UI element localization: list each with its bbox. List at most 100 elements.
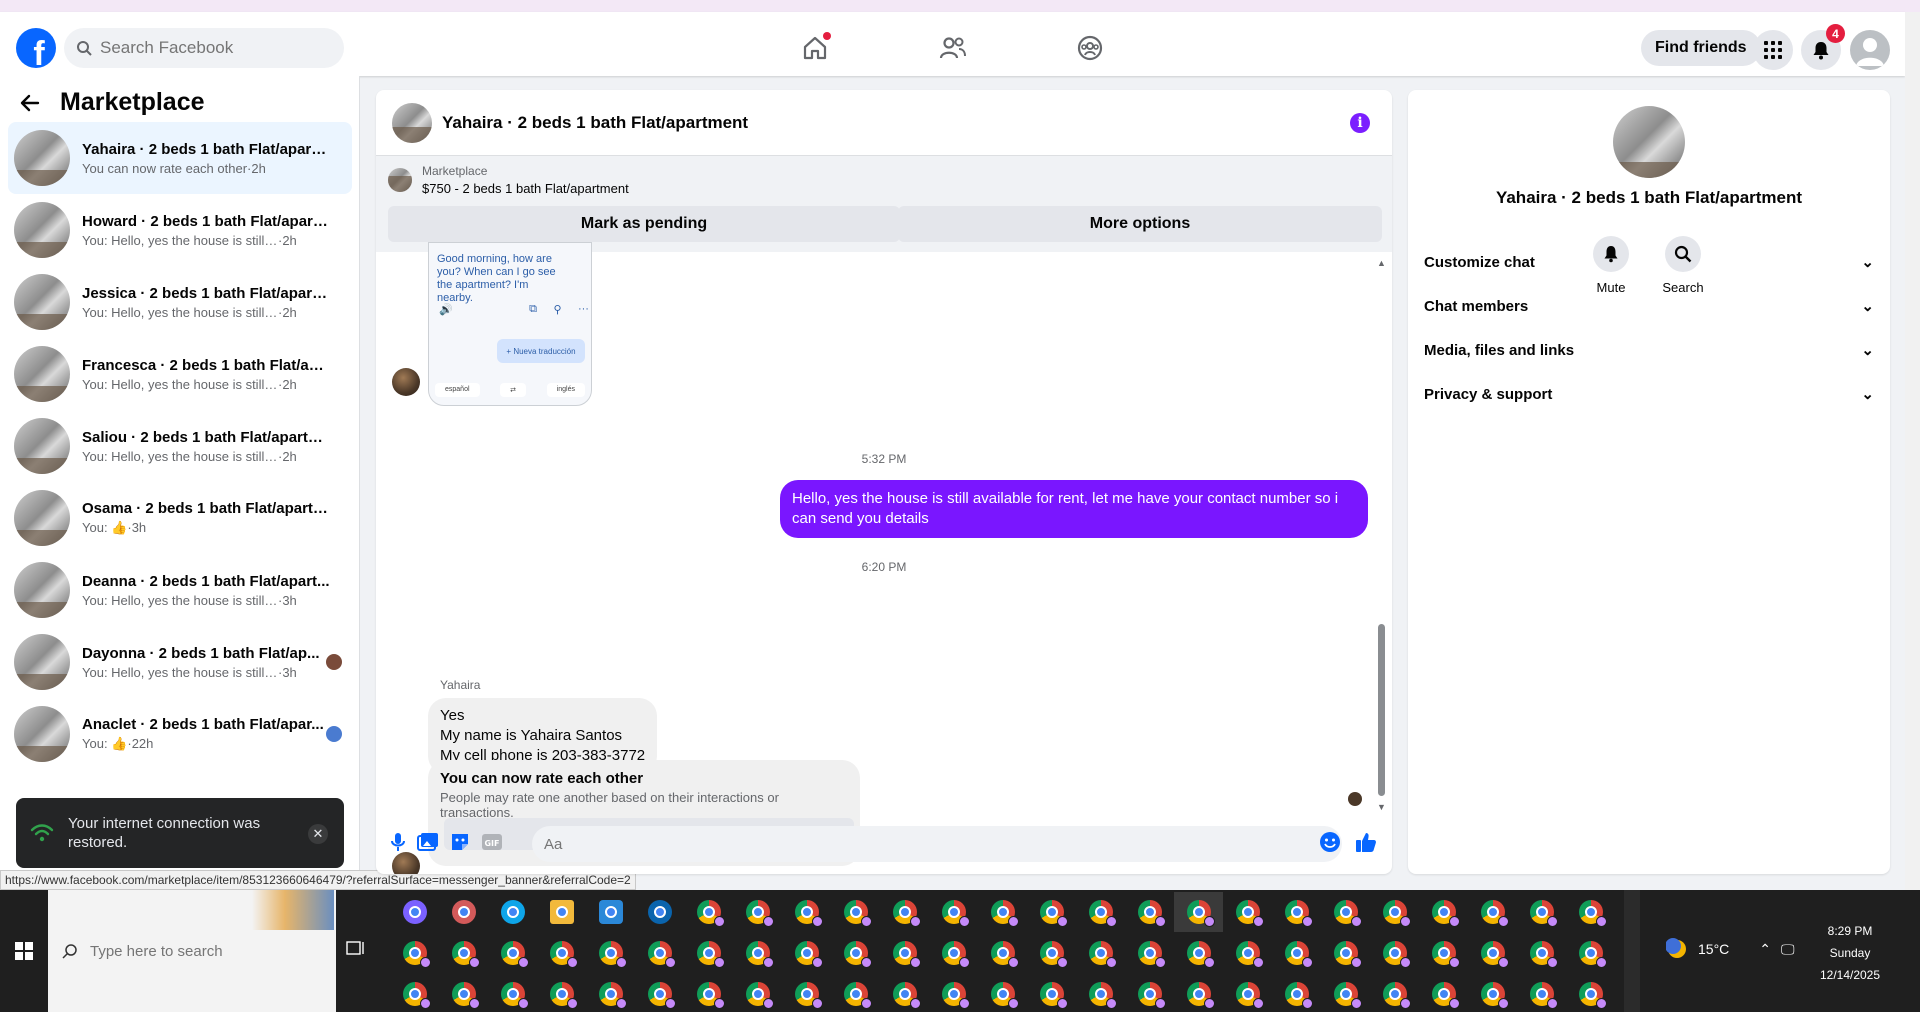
page-scrollbar[interactable] <box>1905 12 1920 890</box>
chrome-taskbar-icon[interactable] <box>1517 974 1566 1012</box>
sender-avatar[interactable] <box>392 368 420 396</box>
chrome-taskbar-icon[interactable] <box>488 974 537 1012</box>
chrome-taskbar-icon[interactable] <box>586 933 635 973</box>
message-input[interactable] <box>532 826 1342 862</box>
chrome-taskbar-icon[interactable] <box>1321 933 1370 973</box>
like-icon[interactable] <box>1354 830 1378 854</box>
mark-as-pending-button[interactable]: Mark as pending <box>388 206 900 242</box>
home-tab[interactable] <box>793 26 837 70</box>
store-taskbar-icon[interactable] <box>586 892 635 932</box>
chrome-taskbar-icon[interactable] <box>635 974 684 1012</box>
chrome-taskbar-icon[interactable] <box>1566 933 1615 973</box>
outgoing-message[interactable]: Hello, yes the house is still available … <box>780 480 1368 538</box>
chrome-taskbar-icon[interactable] <box>586 974 635 1012</box>
search-input[interactable] <box>100 38 320 58</box>
chrome-taskbar-icon[interactable] <box>1419 892 1468 932</box>
chrome-taskbar-icon[interactable] <box>1125 974 1174 1012</box>
conversation-item[interactable]: Osama · 2 beds 1 bath Flat/apartm... You:… <box>8 482 352 554</box>
scroll-down-icon[interactable]: ▼ <box>1377 802 1386 812</box>
chrome-taskbar-icon[interactable] <box>1321 892 1370 932</box>
chrome-taskbar-icon[interactable] <box>1272 892 1321 932</box>
chat-title[interactable]: Yahaira · 2 beds 1 bath Flat/apartment <box>442 113 748 133</box>
chat-listing-thumbnail[interactable] <box>392 102 432 143</box>
conversation-item[interactable]: Yahaira · 2 beds 1 bath Flat/apartm... Yo… <box>8 122 352 194</box>
microphone-icon[interactable] <box>386 830 410 854</box>
close-icon[interactable]: ✕ <box>308 824 328 844</box>
shared-image-message[interactable]: Good morning, how are you? When can I go… <box>428 242 592 406</box>
chrome-taskbar-icon[interactable] <box>439 974 488 1012</box>
chrome-taskbar-icon[interactable] <box>684 974 733 1012</box>
chrome-taskbar-icon[interactable] <box>1370 892 1419 932</box>
chrome-taskbar-icon[interactable] <box>1468 974 1517 1012</box>
chrome-taskbar-icon[interactable] <box>1370 974 1419 1012</box>
chrome-taskbar-icon[interactable] <box>831 933 880 973</box>
chrome-taskbar-icon[interactable] <box>782 933 831 973</box>
chrome-taskbar-icon[interactable] <box>1174 933 1223 973</box>
chrome-taskbar-icon[interactable] <box>537 933 586 973</box>
chrome-taskbar-icon[interactable] <box>1223 892 1272 932</box>
chrome-taskbar-icon[interactable] <box>880 974 929 1012</box>
scroll-up-icon[interactable]: ▲ <box>1377 258 1386 268</box>
taskbar-scrollbar[interactable] <box>1624 890 1640 1012</box>
chrome-taskbar-icon[interactable] <box>831 892 880 932</box>
chrome-taskbar-icon[interactable] <box>1174 974 1223 1012</box>
chrome-taskbar-icon[interactable] <box>684 933 733 973</box>
chrome-taskbar-icon[interactable] <box>1370 933 1419 973</box>
chrome-taskbar-icon[interactable] <box>1468 933 1517 973</box>
chrome-taskbar-icon[interactable] <box>1223 974 1272 1012</box>
chat-members-row[interactable]: Chat members ⌄ <box>1424 286 1874 326</box>
conversation-item[interactable]: Francesca · 2 beds 1 bath Flat/apar... Yo… <box>8 338 352 410</box>
back-arrow-icon[interactable] <box>20 93 40 113</box>
chrome-taskbar-icon[interactable] <box>439 933 488 973</box>
details-listing-thumbnail[interactable] <box>1613 106 1685 178</box>
chrome-taskbar-icon[interactable] <box>978 974 1027 1012</box>
network-icon[interactable]: 🖵 <box>1781 941 1795 958</box>
search-bar[interactable] <box>64 28 344 68</box>
gif-icon[interactable]: GIF <box>480 830 504 854</box>
menu-button[interactable] <box>1753 30 1793 70</box>
edge-taskbar-icon[interactable] <box>488 892 537 932</box>
folder-taskbar-icon[interactable] <box>537 892 586 932</box>
chrome-taskbar-icon[interactable] <box>733 892 782 932</box>
chrome-taskbar-icon[interactable] <box>1027 933 1076 973</box>
chrome-taskbar-icon[interactable] <box>978 933 1027 973</box>
chrome-taskbar-icon[interactable] <box>635 933 684 973</box>
chrome-taskbar-icon[interactable] <box>684 892 733 932</box>
customize-chat-row[interactable]: Customize chat ⌄ <box>1424 242 1874 282</box>
conversation-item[interactable]: Jessica · 2 beds 1 bath Flat/apartm... Yo… <box>8 266 352 338</box>
chrome-taskbar-icon[interactable] <box>1076 892 1125 932</box>
chrome-taskbar-icon[interactable] <box>1517 933 1566 973</box>
chrome-taskbar-icon[interactable] <box>929 892 978 932</box>
chevron-up-icon[interactable]: ⌃ <box>1759 941 1771 958</box>
photo-icon[interactable] <box>416 830 440 854</box>
clock[interactable]: 8:29 PM Sunday 12/14/2025 <box>1800 920 1900 986</box>
chrome-taskbar-icon[interactable] <box>782 974 831 1012</box>
chrome-taskbar-icon[interactable] <box>1272 933 1321 973</box>
chrome-taskbar-icon[interactable] <box>1468 892 1517 932</box>
media-files-links-row[interactable]: Media, files and links ⌄ <box>1424 330 1874 370</box>
chrome-taskbar-icon[interactable] <box>929 933 978 973</box>
chrome-taskbar-icon[interactable] <box>1125 892 1174 932</box>
chrome-taskbar-icon[interactable] <box>1566 974 1615 1012</box>
conversation-item[interactable]: Dayonna · 2 beds 1 bath Flat/ap... You: H… <box>8 626 352 698</box>
notifications-button[interactable]: 4 <box>1801 24 1845 70</box>
chrome-taskbar-icon[interactable] <box>733 933 782 973</box>
taskbar-search[interactable] <box>48 890 336 1012</box>
conversation-item[interactable]: Saliou · 2 beds 1 bath Flat/apartme... Yo… <box>8 410 352 482</box>
scroll-thumb[interactable] <box>1378 624 1385 796</box>
taskbar-search-input[interactable] <box>90 942 240 960</box>
chrome-taskbar-icon[interactable] <box>880 933 929 973</box>
chrome-taskbar-icon[interactable] <box>1125 933 1174 973</box>
chrome-taskbar-icon[interactable] <box>1076 933 1125 973</box>
chrome-taskbar-icon[interactable] <box>1566 892 1615 932</box>
weather-widget[interactable]: 15°C ⌃ 🖵 <box>1666 938 1795 960</box>
chrome-taskbar-icon[interactable] <box>1419 933 1468 973</box>
chrome-taskbar-icon[interactable] <box>1272 974 1321 1012</box>
start-button[interactable] <box>0 890 48 1012</box>
conversation-item[interactable]: Anaclet · 2 beds 1 bath Flat/apar... You:… <box>8 698 352 770</box>
chrome-taskbar-icon[interactable] <box>1321 974 1370 1012</box>
info-icon[interactable]: i <box>1350 113 1370 133</box>
outlook-taskbar-icon[interactable] <box>635 892 684 932</box>
chrome-taskbar-icon[interactable] <box>1223 933 1272 973</box>
more-options-button[interactable]: More options <box>898 206 1382 242</box>
